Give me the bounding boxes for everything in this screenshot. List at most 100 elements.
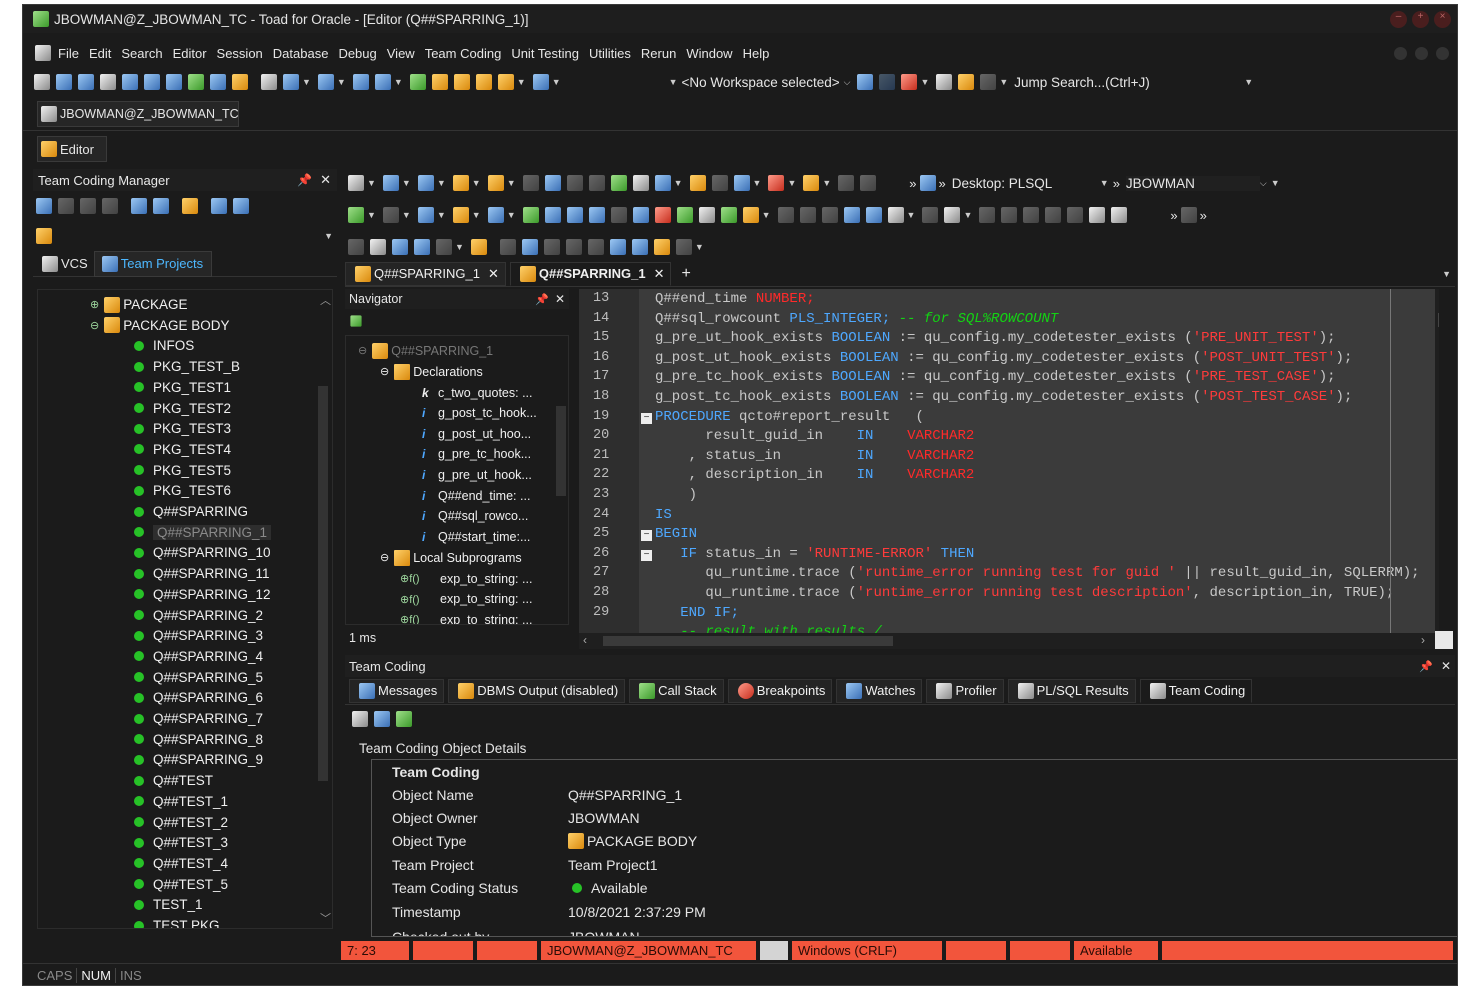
back-icon[interactable] xyxy=(838,175,855,191)
code-line[interactable]: IS xyxy=(655,507,672,523)
editor-window-tab[interactable]: Editor xyxy=(37,136,107,162)
test-dropdown-icon[interactable] xyxy=(742,207,759,223)
tc-checkin-icon[interactable] xyxy=(58,198,74,214)
schema-selector[interactable]: JBOWMAN xyxy=(1125,175,1260,191)
code-line[interactable]: ) xyxy=(655,487,697,503)
tree-item[interactable]: Q##TEST_5 xyxy=(134,874,228,895)
scrollbar-thumb[interactable] xyxy=(318,386,328,781)
lower-icon[interactable] xyxy=(1045,207,1062,223)
doc-icon-3[interactable] xyxy=(543,239,560,255)
more-icon[interactable]: » xyxy=(909,176,916,191)
find-icon[interactable] xyxy=(392,239,408,255)
more-tools-icon[interactable] xyxy=(675,239,692,255)
test-icon[interactable] xyxy=(720,207,737,223)
tree-item[interactable]: PKG_TEST5 xyxy=(134,460,231,481)
team-coding-icon[interactable] xyxy=(497,74,514,90)
step-out-icon[interactable] xyxy=(610,207,627,223)
lightning-icon[interactable] xyxy=(232,74,248,90)
code-line[interactable]: BEGIN xyxy=(655,526,697,542)
tree-item[interactable]: Q##SPARRING_6 xyxy=(134,687,263,708)
code-line[interactable]: Q##sql_rowcount PLS_INTEGER; -- for SQL%… xyxy=(655,311,1058,327)
menu-rerun[interactable]: Rerun xyxy=(641,46,676,61)
scroll-right-icon[interactable]: › xyxy=(1421,633,1425,647)
network-icon[interactable] xyxy=(317,74,334,90)
breakpoint-icon[interactable] xyxy=(654,207,671,223)
format-icon[interactable] xyxy=(610,175,627,191)
tc-undo-icon[interactable] xyxy=(102,198,118,214)
code-line[interactable]: qu_runtime.trace ('runtime_error running… xyxy=(655,585,1394,601)
tree-item[interactable]: Q##SPARRING_9 xyxy=(134,749,263,770)
workspace-icon[interactable] xyxy=(857,74,874,90)
workspace-save-icon[interactable] xyxy=(879,74,896,90)
run-to-cursor-icon[interactable] xyxy=(632,207,649,223)
indent-icon[interactable] xyxy=(777,207,794,223)
menu-search[interactable]: Search xyxy=(121,46,162,61)
case-icon[interactable] xyxy=(843,207,860,223)
trace-icon[interactable] xyxy=(711,175,728,191)
nav-subprogram-item[interactable]: ⊕f() exp_to_string: ... xyxy=(400,568,532,589)
clean-icon[interactable] xyxy=(370,239,386,255)
new-editor-icon[interactable] xyxy=(34,74,50,90)
tc-expand-icon[interactable] xyxy=(211,198,227,214)
tree-item[interactable]: Q##SPARRING_4 xyxy=(134,646,263,667)
collapse-icon[interactable]: ⊖ xyxy=(380,551,389,564)
nav-declaration-item[interactable]: i g_post_tc_hook... xyxy=(422,403,537,424)
code-line[interactable]: Q##end_time NUMBER; xyxy=(655,291,815,307)
more-icon-2[interactable]: » xyxy=(939,176,946,191)
mdi-close-icon[interactable] xyxy=(1436,46,1449,60)
cut-icon[interactable] xyxy=(348,239,364,255)
menu-database[interactable]: Database xyxy=(273,46,329,61)
form-icon[interactable] xyxy=(414,239,430,255)
stop-icon[interactable] xyxy=(382,207,399,223)
scroll-down-icon[interactable]: ﹀ xyxy=(320,910,331,926)
comment-icon[interactable] xyxy=(821,207,838,223)
tc-history-icon[interactable] xyxy=(153,198,169,214)
tree-item[interactable]: PKG_TEST6 xyxy=(134,480,231,501)
code-line[interactable]: -- result with results / xyxy=(655,624,882,633)
tab-watches[interactable]: Watches xyxy=(836,678,923,703)
tab-team-coding[interactable]: Team Coding xyxy=(1139,678,1253,703)
close-icon[interactable]: × xyxy=(1434,10,1451,28)
compile-icon[interactable] xyxy=(417,207,434,223)
tab-messages[interactable]: Messages xyxy=(349,678,445,703)
tree-item[interactable]: Q##TEST xyxy=(134,770,213,791)
menu-edit[interactable]: Edit xyxy=(89,46,111,61)
tree-item[interactable]: Q##TEST_2 xyxy=(134,812,228,833)
tree-item[interactable]: Q##TEST_1 xyxy=(134,791,228,812)
redo-edit-icon[interactable] xyxy=(1001,207,1018,223)
desktop-icon[interactable] xyxy=(919,175,936,191)
code-line[interactable]: g_post_ut_hook_exists BOOLEAN := qu_conf… xyxy=(655,350,1352,366)
copy-code-icon[interactable] xyxy=(865,207,882,223)
outdent-icon[interactable] xyxy=(799,207,816,223)
compare-icon[interactable] xyxy=(609,239,626,255)
tree-item[interactable]: Q##SPARRING_5 xyxy=(134,667,263,688)
save-as-icon[interactable] xyxy=(522,175,539,191)
schema-browser-icon[interactable] xyxy=(56,74,72,90)
checkout-icon[interactable] xyxy=(453,74,470,90)
tc-filter-icon[interactable] xyxy=(36,228,52,244)
tc-compare-icon[interactable] xyxy=(131,198,147,214)
describe-icon[interactable] xyxy=(654,175,671,191)
clear-icon[interactable] xyxy=(417,175,434,191)
tree-item[interactable]: PKG_TEST3 xyxy=(134,418,231,439)
nav-declaration-item[interactable]: i g_pre_tc_hook... xyxy=(422,444,531,465)
print-icon[interactable] xyxy=(632,175,649,191)
export-icon[interactable] xyxy=(210,74,226,90)
calculator-icon[interactable] xyxy=(352,74,369,90)
nav-subprogram-item[interactable]: ⊕f() exp_to_string: ... xyxy=(400,589,532,610)
redo-icon[interactable] xyxy=(588,175,605,191)
align-left-icon[interactable] xyxy=(1089,207,1106,223)
menu-help[interactable]: Help xyxy=(743,46,770,61)
circle-icon[interactable] xyxy=(436,239,452,255)
nav-declaration-item[interactable]: i Q##sql_rowco... xyxy=(422,506,528,527)
tc-connect-icon[interactable] xyxy=(36,198,52,214)
minimize-icon[interactable]: – xyxy=(1390,10,1407,28)
horizontal-scrollbar[interactable]: ‹ › xyxy=(579,633,1439,649)
history-icon[interactable] xyxy=(631,239,648,255)
tab-dbms-output[interactable]: DBMS Output (disabled) xyxy=(448,678,626,703)
menu-session[interactable]: Session xyxy=(217,46,263,61)
settings-icon[interactable] xyxy=(653,239,670,255)
nav-declaration-item[interactable]: i Q##end_time: ... xyxy=(422,485,530,506)
code-line[interactable]: , status_in IN VARCHAR2 xyxy=(655,448,975,464)
tools-icon[interactable] xyxy=(261,74,277,90)
